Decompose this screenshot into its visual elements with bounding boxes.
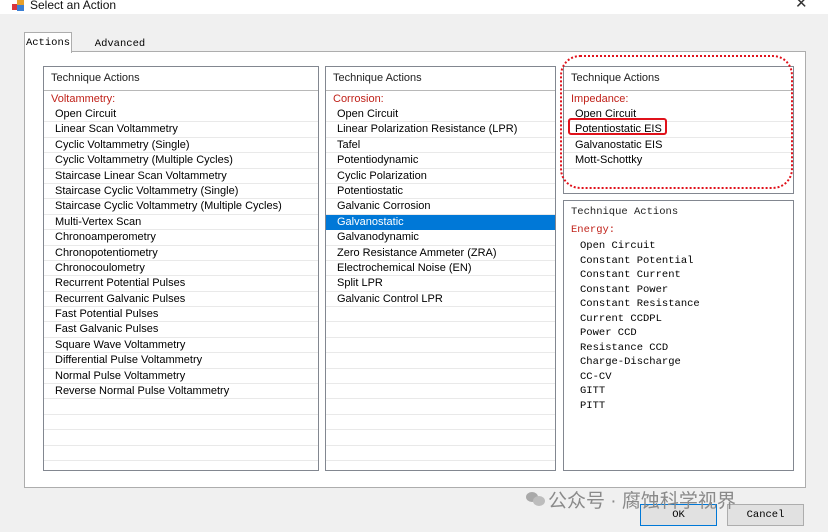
list-item[interactable]: Constant Potential	[564, 254, 793, 269]
list-item[interactable]: Staircase Linear Scan Voltammetry	[44, 169, 318, 184]
dialog-body: Actions Advanced Actions Technique Actio…	[0, 14, 828, 532]
list-item[interactable]: Constant Power	[564, 283, 793, 298]
list-item[interactable]: Fast Potential Pulses	[44, 307, 318, 323]
list-item[interactable]: Cyclic Voltammetry (Multiple Cycles)	[44, 153, 318, 169]
close-icon[interactable]: ✕	[795, 0, 808, 12]
corrosion-list[interactable]: Technique Actions Corrosion: Open Circui…	[325, 66, 556, 471]
list-item[interactable]: Reverse Normal Pulse Voltammetry	[44, 384, 318, 400]
list-item-empty	[326, 399, 555, 415]
voltammetry-list[interactable]: Technique Actions Voltammetry: Open Circ…	[43, 66, 319, 471]
list-item[interactable]: Electrochemical Noise (EN)	[326, 261, 555, 277]
list-header: Technique Actions	[51, 72, 140, 84]
list-item-empty	[326, 353, 555, 369]
list-item[interactable]: Constant Resistance	[564, 297, 793, 312]
title-bar: Select an Action ✕	[0, 0, 828, 14]
dotted-annotation	[560, 55, 793, 189]
list-item-empty	[326, 461, 555, 470]
list-item[interactable]: Open Circuit	[326, 107, 555, 123]
list-item[interactable]: Constant Current	[564, 268, 793, 283]
list-item[interactable]: GITT	[564, 384, 793, 399]
list-item[interactable]: Differential Pulse Voltammetry	[44, 353, 318, 369]
list-item[interactable]: Potentiostatic	[326, 184, 555, 200]
header-divider	[326, 90, 555, 91]
list-item-empty	[326, 384, 555, 400]
list-item[interactable]: Cyclic Polarization	[326, 169, 555, 184]
list-item-empty	[326, 446, 555, 461]
header-divider	[44, 90, 318, 91]
list-item[interactable]: Zero Resistance Ammeter (ZRA)	[326, 246, 555, 261]
list-item[interactable]: Galvanostatic	[326, 214, 555, 231]
list-item-empty	[326, 415, 555, 431]
list-item-empty	[326, 338, 555, 354]
energy-list[interactable]: Technique Actions Energy: Open Circuit Co…	[563, 200, 794, 471]
category-label: Energy:	[571, 224, 616, 236]
list-item[interactable]: Power CCD	[564, 326, 793, 341]
list-item[interactable]: Current CCDPL	[564, 312, 793, 327]
list-item[interactable]: Multi-Vertex Scan	[44, 215, 318, 231]
tab-advanced-actions[interactable]: Advanced Actions	[73, 35, 167, 66]
tab-actions[interactable]: Actions	[24, 32, 72, 53]
list-item[interactable]: Galvanic Control LPR	[326, 292, 555, 308]
list-item-empty	[326, 430, 555, 446]
list-item[interactable]: Open Circuit	[44, 107, 318, 123]
list-item[interactable]: Tafel	[326, 138, 555, 154]
list-item[interactable]: Cyclic Voltammetry (Single)	[44, 138, 318, 154]
list-item-empty	[44, 446, 318, 461]
list-item[interactable]: Split LPR	[326, 276, 555, 292]
list-item-empty	[326, 307, 555, 323]
wechat-logo-icon	[526, 490, 546, 506]
list-item[interactable]: Recurrent Potential Pulses	[44, 276, 318, 292]
list-item[interactable]: Galvanic Corrosion	[326, 199, 555, 215]
app-icon	[12, 0, 24, 11]
list-item[interactable]: Linear Scan Voltammetry	[44, 122, 318, 138]
list-item[interactable]: Recurrent Galvanic Pulses	[44, 292, 318, 308]
list-item[interactable]: Galvanodynamic	[326, 230, 555, 246]
list-item[interactable]: Chronopotentiometry	[44, 246, 318, 261]
list-item[interactable]: Linear Polarization Resistance (LPR)	[326, 122, 555, 138]
cancel-button[interactable]: Cancel	[727, 504, 804, 526]
list-item[interactable]: Square Wave Voltammetry	[44, 338, 318, 354]
window-title: Select an Action	[30, 0, 117, 12]
list-header: Technique Actions	[571, 206, 679, 218]
list-item[interactable]: CC-CV	[564, 370, 793, 385]
list-item[interactable]: Staircase Cyclic Voltammetry (Single)	[44, 184, 318, 200]
list-item[interactable]: Staircase Cyclic Voltammetry (Multiple C…	[44, 199, 318, 215]
list-item[interactable]: Fast Galvanic Pulses	[44, 322, 318, 338]
list-item-empty	[44, 415, 318, 431]
list-item[interactable]: Charge-Discharge	[564, 355, 793, 370]
watermark-text: 公众号 · 腐蚀科学视界	[548, 491, 736, 512]
list-item[interactable]: Open Circuit	[564, 239, 793, 254]
list-item-empty	[44, 399, 318, 415]
list-item[interactable]: Resistance CCD	[564, 341, 793, 356]
category-label: Voltammetry:	[51, 93, 116, 105]
list-item[interactable]: Normal Pulse Voltammetry	[44, 369, 318, 385]
list-item-empty	[326, 322, 555, 338]
list-item-empty	[44, 430, 318, 446]
list-item-empty	[326, 369, 555, 385]
list-item[interactable]: Potentiodynamic	[326, 153, 555, 169]
list-item[interactable]: PITT	[564, 399, 793, 414]
list-item-empty	[44, 461, 318, 470]
list-item[interactable]: Chronoamperometry	[44, 230, 318, 246]
list-item[interactable]: Chronocoulometry	[44, 261, 318, 277]
category-label: Corrosion:	[333, 93, 384, 105]
list-header: Technique Actions	[333, 72, 422, 84]
